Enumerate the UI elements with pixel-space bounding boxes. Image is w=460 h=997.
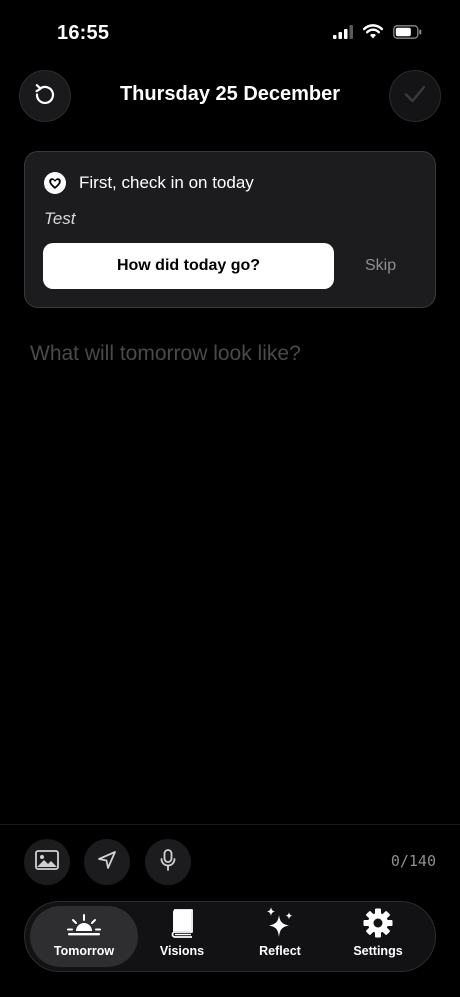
status-icons [333,24,422,44]
wifi-icon [363,24,383,44]
entry-area [30,342,430,812]
image-icon [35,849,59,875]
heart-icon [44,172,66,194]
sunrise-icon [67,908,101,938]
tab-settings-label: Settings [353,944,403,958]
tab-visions-label: Visions [159,944,205,958]
checkin-note: Test [44,209,76,228]
add-image-button[interactable] [24,839,70,885]
gear-icon [363,908,393,938]
tab-reflect[interactable]: Reflect [230,906,330,967]
entry-input[interactable] [30,342,430,812]
tab-bar: Tomorrow Visions Reflect Settings [24,901,436,972]
add-location-button[interactable] [84,839,130,885]
sparkles-icon [265,907,295,938]
tab-reflect-label: Reflect [259,944,301,958]
character-count: 0/140 [390,852,436,870]
voice-note-button[interactable] [145,839,191,885]
book-icon [170,908,194,938]
checkin-title: First, check in on today [79,173,254,192]
checkin-card: First, check in on today Test How did to… [24,151,436,308]
toolbar-divider [0,824,460,825]
status-time: 16:55 [57,22,110,44]
done-button[interactable] [389,70,441,122]
checkmark-icon [402,81,428,112]
cellular-signal-icon [333,24,353,44]
tab-tomorrow[interactable]: Tomorrow [30,906,138,967]
tab-visions[interactable]: Visions [132,906,232,967]
status-bar: 16:55 [0,0,460,70]
tab-tomorrow-label: Tomorrow [53,944,115,958]
checkin-header: First, check in on today [44,172,254,194]
tab-settings[interactable]: Settings [328,906,428,967]
location-arrow-icon [97,850,117,875]
battery-icon [393,24,422,44]
skip-button[interactable]: Skip [365,257,396,275]
header: Thursday 25 December [0,70,460,122]
how-did-today-go-button[interactable]: How did today go? [43,243,334,289]
microphone-icon [160,848,176,876]
